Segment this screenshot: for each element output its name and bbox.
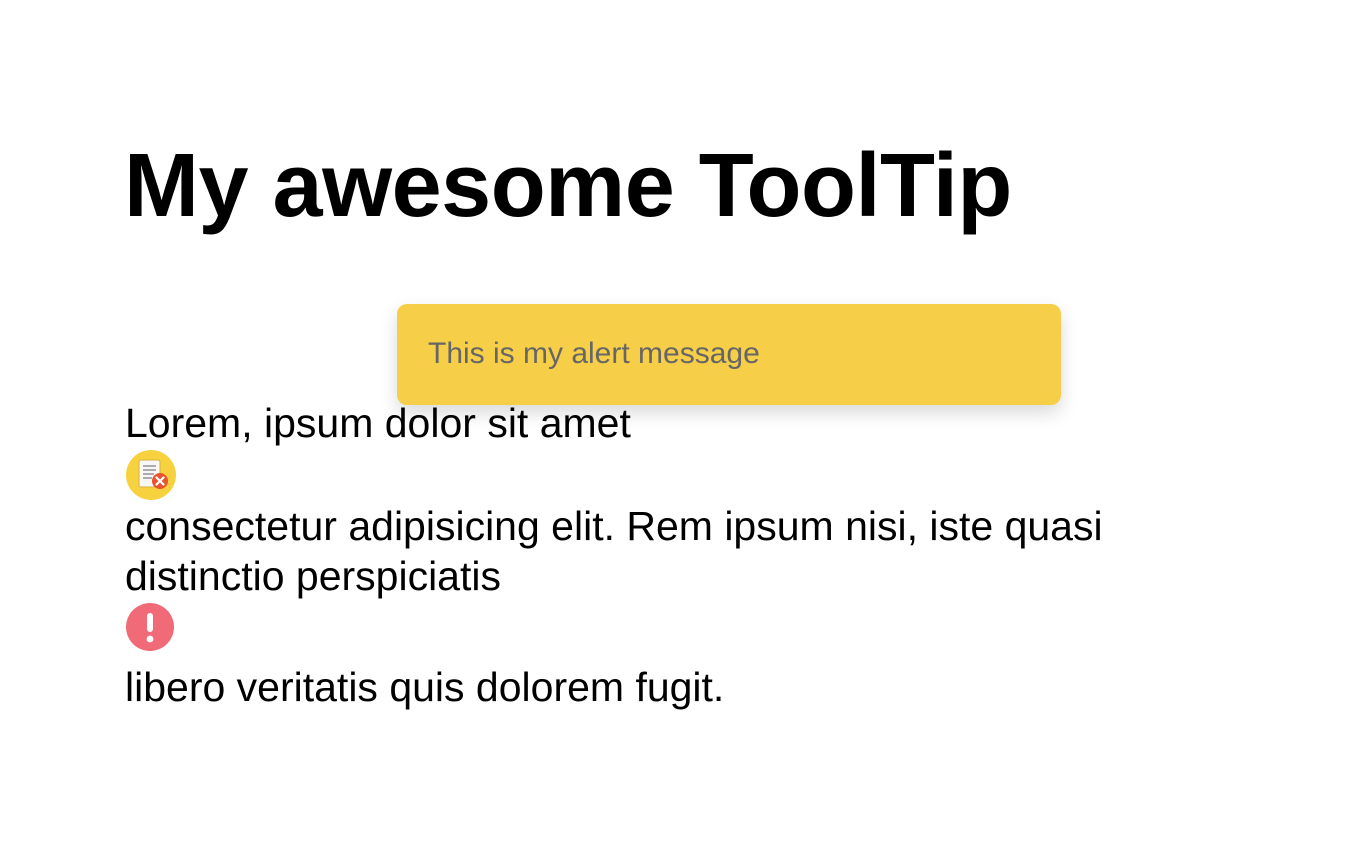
exclamation-icon[interactable] (125, 602, 177, 654)
page-title: My awesome ToolTip (124, 136, 1012, 236)
content-area: Lorem, ipsum dolor sit amet consectetur … (125, 398, 1245, 712)
tooltip-message: This is my alert message (428, 336, 760, 370)
document-error-icon[interactable] (125, 449, 177, 501)
page: My awesome ToolTip Lorem, ipsum dolor si… (0, 0, 1350, 842)
alert-tooltip: This is my alert message (397, 304, 1061, 405)
text-line-2: consectetur adipisicing elit. Rem ipsum … (125, 503, 1103, 599)
text-line-1: Lorem, ipsum dolor sit amet (125, 400, 631, 446)
text-line-3: libero veritatis quis dolorem fugit. (125, 664, 725, 710)
